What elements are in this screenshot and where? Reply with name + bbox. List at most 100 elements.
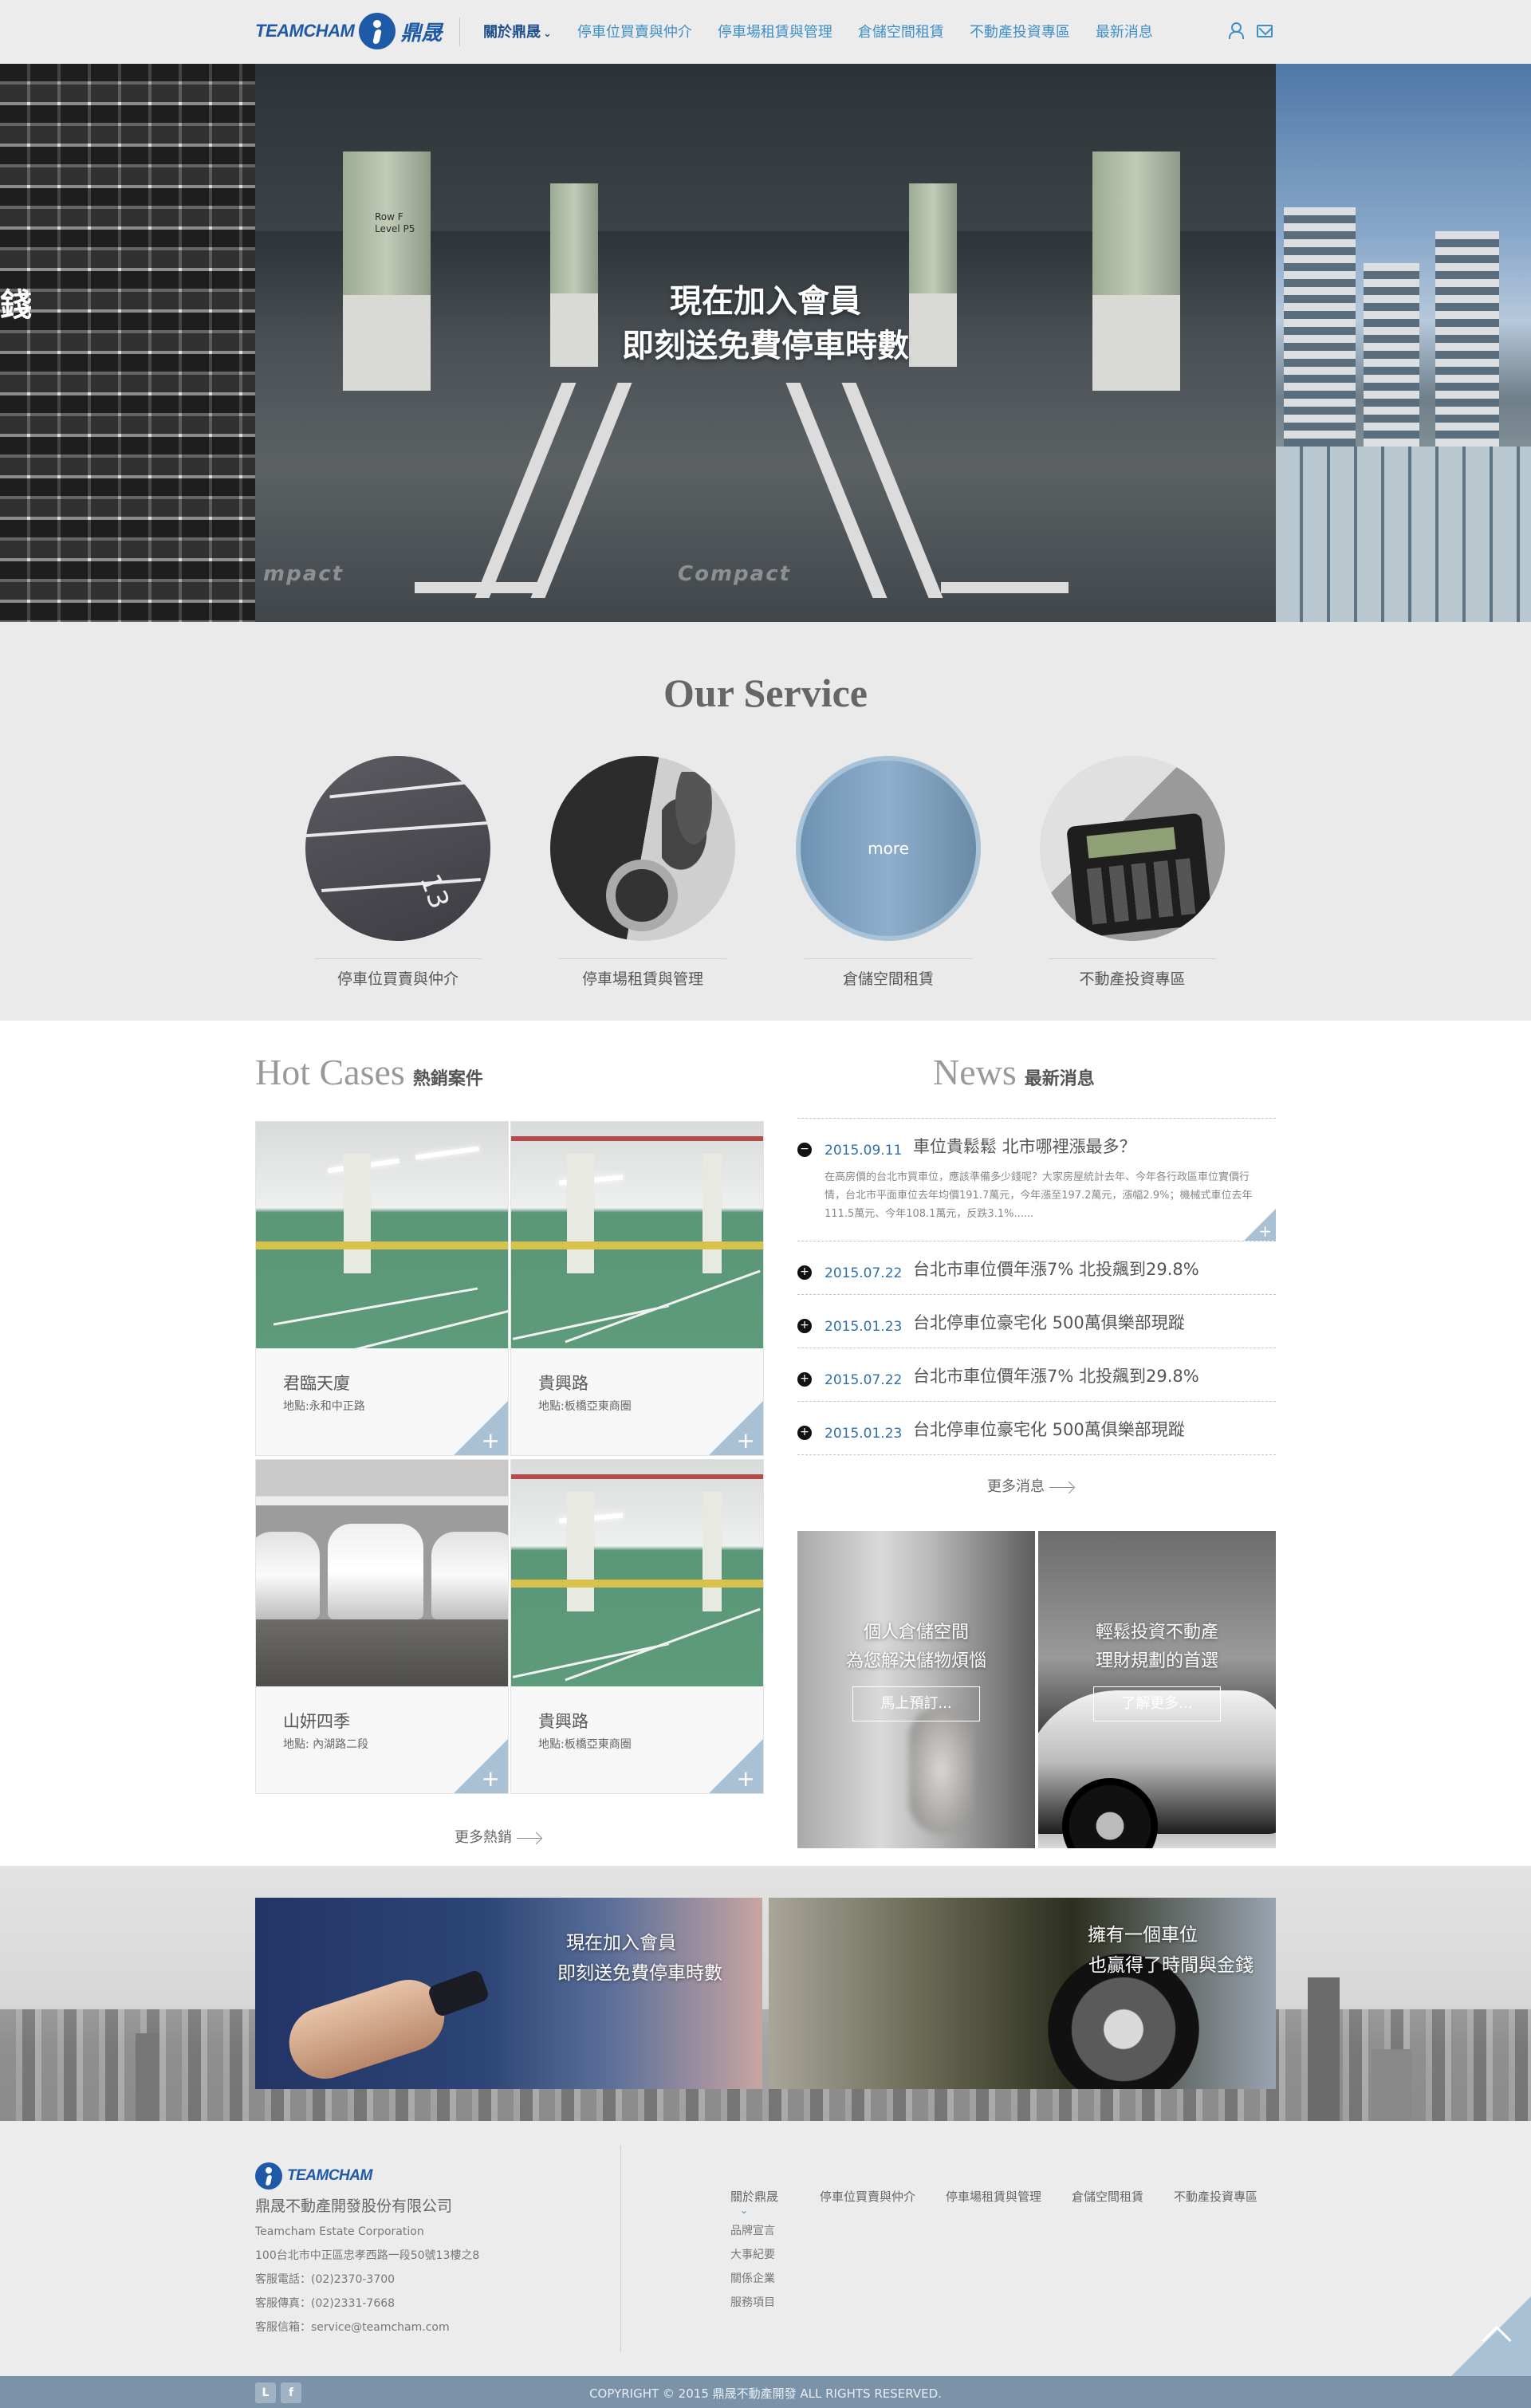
company-fax: 客服傳真：(02)2331-7668 <box>255 2297 396 2310</box>
news-title[interactable]: 台北停車位豪宅化 500萬俱樂部現蹤 <box>913 1418 1276 1442</box>
promo-storage[interactable]: 個人倉儲空間 為您解決儲物煩惱 馬上預訂... <box>797 1531 1035 1848</box>
more-hot-cases-link[interactable]: 更多熱銷 <box>455 1826 541 1847</box>
news-item[interactable]: + 2015.01.23 台北停車位豪宅化 500萬俱樂部現蹤 <box>797 1402 1276 1455</box>
footer-subnav-item[interactable]: 關係企業 <box>730 2267 820 2291</box>
service-title: Our Service <box>663 671 868 715</box>
floor-line <box>841 383 943 598</box>
news-item[interactable]: + 2015.01.23 台北停車位豪宅化 500萬俱樂部現蹤 <box>797 1295 1276 1348</box>
floor-line <box>530 383 632 598</box>
banner-parking-space[interactable]: 擁有一個車位 也贏得了時間與金錢 <box>769 1898 1276 2089</box>
skyline-tower <box>1308 1977 1340 2121</box>
case-image[interactable] <box>511 1460 763 1686</box>
promo-line: 為您解決儲物煩惱 <box>845 1651 986 1671</box>
footer-logo[interactable]: TEAMCHAM <box>255 2162 372 2190</box>
news-item[interactable]: + 2015.07.22 台北市車位價年漲7% 北投飆到29.8% <box>797 1241 1276 1295</box>
news-item[interactable]: + 2015.07.22 台北市車位價年漲7% 北投飆到29.8% <box>797 1348 1276 1402</box>
service-item-parking-sales[interactable]: 13 停車位買賣與仲介 <box>302 756 494 989</box>
service-item-parking-lease[interactable]: 停車場租賃與管理 <box>547 756 738 989</box>
footer-nav-investment[interactable]: 不動產投資專區 <box>1174 2188 1257 2315</box>
user-icon[interactable] <box>1228 22 1244 39</box>
hot-cases-title-en: Hot Cases <box>255 1052 405 1092</box>
service-image[interactable] <box>550 756 735 941</box>
plus-icon[interactable]: + <box>737 1768 755 1790</box>
expand-icon[interactable]: + <box>797 1426 812 1440</box>
case-card[interactable]: 貴興路 地點:板橋亞東商圈 + <box>510 1121 764 1456</box>
service-image[interactable] <box>1040 756 1225 941</box>
footer-subnav-item[interactable]: 大事紀要 <box>730 2243 820 2267</box>
company-name-en: Teamcham Estate Corporation <box>255 2225 424 2238</box>
more-news-link[interactable]: 更多消息 <box>987 1475 1073 1496</box>
book-now-button[interactable]: 馬上預訂... <box>852 1686 980 1721</box>
hero-current-slide[interactable]: Row F Level P5 mpact Compact 現在加入會員 即刻送免… <box>255 64 1276 622</box>
nav-item-about[interactable]: 關於鼎晟 ⌄ <box>483 21 552 41</box>
plus-icon[interactable]: + <box>482 1768 500 1790</box>
skyline-tower <box>1372 2049 1411 2121</box>
nav-item-news[interactable]: 最新消息 <box>1096 21 1153 41</box>
footer-nav-storage[interactable]: 倉儲空間租賃 <box>1072 2188 1143 2315</box>
mail-icon[interactable] <box>1257 25 1273 37</box>
news-title[interactable]: 車位貴鬆鬆 北市哪裡漲最多？ <box>913 1135 1276 1159</box>
case-image[interactable] <box>511 1122 763 1348</box>
news-title[interactable]: 台北停車位豪宅化 500萬俱樂部現蹤 <box>913 1311 1276 1335</box>
promo-line: 理財規劃的首選 <box>1095 1651 1218 1671</box>
news-list: − 2015.09.11 車位貴鬆鬆 北市哪裡漲最多？ 在高房價的台北市買車位，… <box>797 1118 1276 1455</box>
service-label[interactable]: 停車場租賃與管理 <box>547 967 738 989</box>
learn-more-button[interactable]: 了解更多... <box>1093 1686 1221 1721</box>
floor-marking: Compact <box>678 562 792 586</box>
company-info: Teamcham Estate Corporation 100台北市中正區忠孝西… <box>255 2220 479 2339</box>
nav-item-investment[interactable]: 不動產投資專區 <box>970 21 1070 41</box>
footer-nav-about[interactable]: 關於鼎晟 <box>730 2188 820 2205</box>
expand-icon[interactable]: + <box>797 1319 812 1333</box>
footer-subnav: 品牌宣言 大事紀要 關係企業 服務項目 <box>730 2219 820 2315</box>
company-email[interactable]: 客服信箱：service@teamcham.com <box>255 2316 479 2339</box>
expand-icon[interactable]: + <box>797 1372 812 1387</box>
case-card[interactable]: 君臨天廈 地點:永和中正路 + <box>255 1121 509 1456</box>
nav-item-parking-sales[interactable]: 停車位買賣與仲介 <box>577 21 692 41</box>
hero-slider[interactable]: 錢 Row F Level P5 mpact Compact 現在加入會員 即刻… <box>0 64 1531 622</box>
footer-nav-parking-sales[interactable]: 停車位買賣與仲介 <box>820 2188 915 2315</box>
service-label[interactable]: 停車位買賣與仲介 <box>302 967 494 989</box>
footer-nav-parking-lease[interactable]: 停車場租賃與管理 <box>946 2188 1041 2315</box>
news-heading: News 最新消息 <box>933 1051 1095 1093</box>
nav-item-parking-lease[interactable]: 停車場租賃與管理 <box>718 21 832 41</box>
plus-icon[interactable]: + <box>482 1430 500 1452</box>
banner-membership[interactable]: 現在加入會員 即刻送免費停車時數 <box>255 1898 762 2089</box>
case-image[interactable] <box>256 1460 508 1686</box>
site-logo[interactable]: TEAMCHAM 鼎晟 <box>255 11 442 51</box>
banner-strip: 現在加入會員 即刻送免費停車時數 擁有一個車位 也贏得了時間與金錢 <box>0 1866 1531 2121</box>
case-image[interactable] <box>256 1122 508 1348</box>
chevron-down-icon: ⌄ <box>543 28 552 40</box>
service-image[interactable]: 13 <box>305 756 490 941</box>
news-title[interactable]: 台北市車位價年漲7% 北投飆到29.8% <box>913 1364 1276 1388</box>
plus-icon[interactable]: + <box>737 1430 755 1452</box>
service-item-investment[interactable]: 不動產投資專區 <box>1037 756 1228 989</box>
service-section: Our Service 13 停車位買賣與仲介 停車場租賃與管理 more 倉儲… <box>0 622 1531 1021</box>
news-item-expanded[interactable]: − 2015.09.11 車位貴鬆鬆 北市哪裡漲最多？ 在高房價的台北市買車位，… <box>797 1119 1276 1241</box>
case-address: 地點: 內湖路二段 <box>283 1738 369 1751</box>
footer-subnav-item[interactable]: 服務項目 <box>730 2291 820 2315</box>
footer-subnav-item[interactable]: 品牌宣言 <box>730 2219 820 2243</box>
case-card[interactable]: 貴興路 地點:板橋亞東商圈 + <box>510 1459 764 1794</box>
service-label[interactable]: 倉儲空間租賃 <box>793 967 984 989</box>
banner-line: 現在加入會員 <box>566 1933 676 1954</box>
hero-next-slide[interactable] <box>1276 64 1531 622</box>
building <box>1364 263 1419 462</box>
nav-item-storage[interactable]: 倉儲空間租賃 <box>858 21 944 41</box>
collapse-icon[interactable]: − <box>797 1143 812 1157</box>
service-more-overlay[interactable]: more <box>801 839 976 858</box>
service-image[interactable]: more <box>796 756 981 941</box>
news-date: 2015.07.22 <box>825 1372 903 1388</box>
promo-investment[interactable]: 輕鬆投資不動產 理財規劃的首選 了解更多... <box>1038 1531 1276 1848</box>
case-address: 地點:板橋亞東商圈 <box>538 1738 632 1751</box>
service-label[interactable]: 不動產投資專區 <box>1037 967 1228 989</box>
footer-logo-text: TEAMCHAM <box>287 2167 372 2184</box>
plus-icon[interactable]: + <box>1258 1223 1272 1239</box>
expand-icon[interactable]: + <box>797 1265 812 1280</box>
skyline-tower <box>136 2033 159 2121</box>
hero-prev-slide[interactable]: 錢 <box>0 64 255 622</box>
case-card[interactable]: 山妍四季 地點: 內湖路二段 + <box>255 1459 509 1794</box>
service-item-storage[interactable]: more 倉儲空間租賃 <box>793 756 984 989</box>
case-address: 地點:板橋亞東商圈 <box>538 1400 632 1413</box>
news-title[interactable]: 台北市車位價年漲7% 北投飆到29.8% <box>913 1257 1276 1281</box>
news-date: 2015.01.23 <box>825 1319 903 1335</box>
